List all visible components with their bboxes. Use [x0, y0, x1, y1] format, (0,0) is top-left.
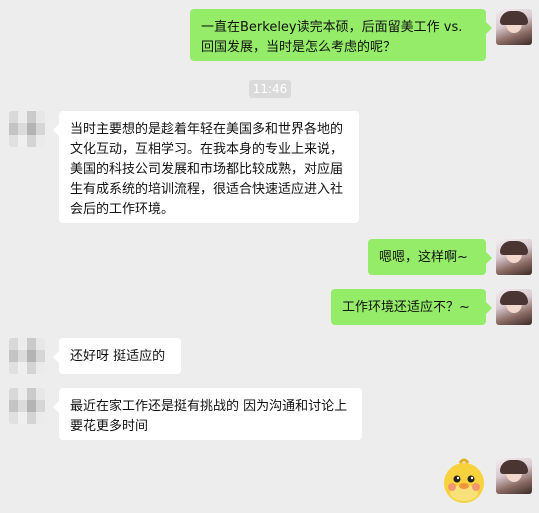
cartoon-duck-sticker-icon[interactable]: [440, 455, 488, 505]
my-avatar[interactable]: [496, 239, 532, 275]
message-bubble-sent[interactable]: 嗯嗯，这样啊~: [368, 239, 492, 275]
message-bubble-received[interactable]: 还好呀 挺适应的: [53, 338, 181, 374]
message-bubble-received[interactable]: 当时主要想的是趁着年轻在美国多和世界各地的文化互动，互相学习。在我本身的专业上来…: [53, 111, 359, 223]
my-avatar[interactable]: [496, 458, 532, 494]
my-avatar[interactable]: [496, 289, 532, 325]
message-bubble-sent[interactable]: 一直在Berkeley读完本硕，后面留美工作 vs. 回国发展，当时是怎么考虑的…: [190, 9, 492, 61]
my-avatar[interactable]: [496, 9, 532, 45]
message-bubble-received[interactable]: 最近在家工作还是挺有挑战的 因为沟通和讨论上要花更多时间: [53, 388, 362, 440]
message-bubble-sent[interactable]: 工作环境还适应不？~: [331, 289, 492, 325]
contact-avatar[interactable]: [9, 388, 45, 424]
contact-avatar[interactable]: [9, 338, 45, 374]
contact-avatar[interactable]: [9, 111, 45, 147]
timestamp: 11:46: [249, 80, 291, 98]
